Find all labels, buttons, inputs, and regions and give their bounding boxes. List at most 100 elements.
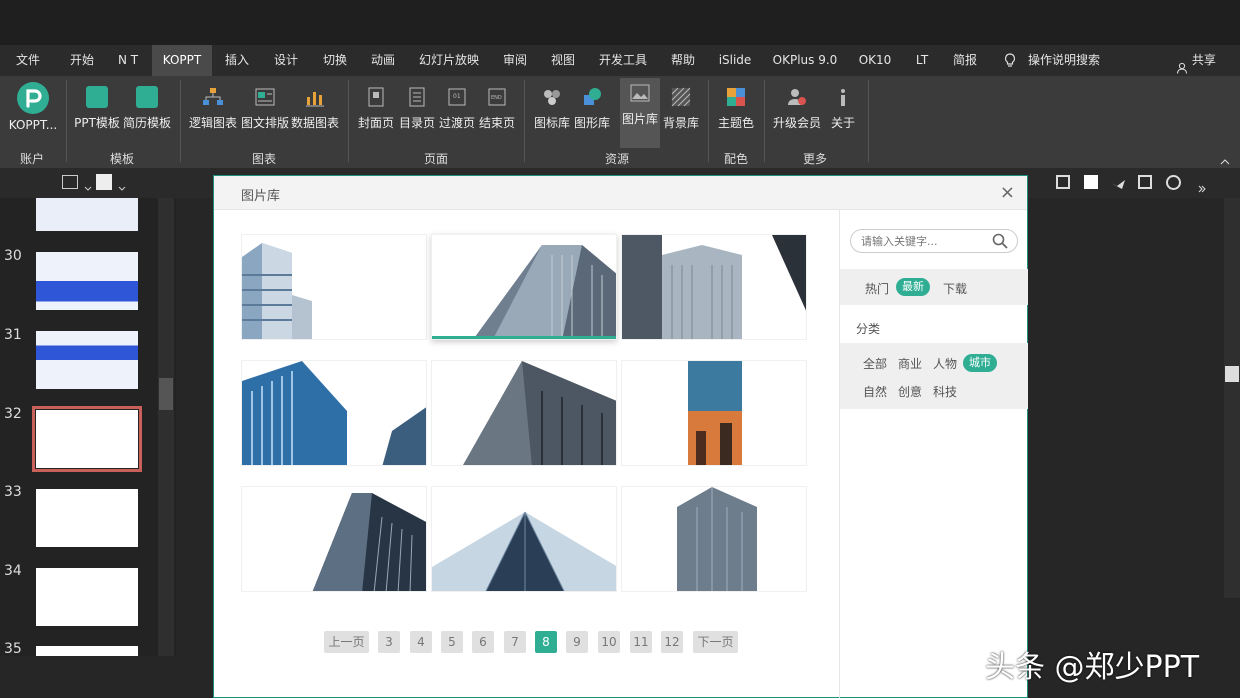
background-library-button[interactable]: 背景库 [660, 82, 702, 131]
page-button[interactable]: 12 [661, 631, 683, 653]
page-button[interactable]: 4 [410, 631, 432, 653]
tab-islide[interactable]: iSlide [712, 45, 758, 76]
slide-panel-scrollbar[interactable] [158, 198, 174, 656]
category-tech[interactable]: 科技 [933, 383, 957, 400]
circle-icon[interactable] [1166, 175, 1181, 190]
dialog-header: 图片库 × [214, 176, 1027, 210]
text-direction-icon[interactable] [96, 174, 112, 190]
tab-transitions[interactable]: 切换 [314, 45, 356, 76]
image-tile[interactable] [241, 234, 427, 340]
collapse-ribbon-icon[interactable] [1220, 154, 1230, 165]
layout-button[interactable]: 图文排版 [240, 82, 290, 131]
image-tile-selected[interactable] [431, 234, 617, 340]
search-icon[interactable] [992, 233, 1008, 249]
editor-scrollbar[interactable] [1224, 198, 1240, 598]
slide-thumbnail[interactable] [36, 198, 138, 231]
slide-thumbnail[interactable] [36, 489, 138, 547]
page-button[interactable]: 10 [598, 631, 620, 653]
background-library-label: 背景库 [662, 116, 699, 130]
tab-home[interactable]: 开始 [60, 45, 104, 76]
category-creative[interactable]: 创意 [898, 383, 922, 400]
theme-color-button[interactable]: 主题色 [714, 82, 758, 131]
end-page-button[interactable]: END 结束页 [478, 82, 516, 131]
tab-latest[interactable]: 最新 [896, 278, 930, 296]
scroll-thumb[interactable] [159, 378, 173, 410]
page-button[interactable]: 6 [472, 631, 494, 653]
more-arrow-icon[interactable] [1198, 178, 1206, 193]
category-people[interactable]: 人物 [933, 355, 957, 372]
crop-icon[interactable] [1056, 175, 1070, 189]
slide-thumbnail[interactable] [36, 646, 138, 656]
image-library-button[interactable]: 图片库 [620, 78, 660, 148]
category-nature[interactable]: 自然 [863, 383, 887, 400]
current-page-button[interactable]: 8 [535, 631, 557, 653]
text-style-icon[interactable] [62, 175, 78, 189]
tab-view[interactable]: 视图 [542, 45, 584, 76]
tab-koppt[interactable]: KOPPT [152, 45, 212, 76]
tab-animations[interactable]: 动画 [362, 45, 404, 76]
page-button[interactable]: 9 [566, 631, 588, 653]
tab-insert[interactable]: 插入 [216, 45, 258, 76]
image-tile[interactable] [241, 360, 427, 466]
prev-page-button[interactable]: 上一页 [324, 631, 369, 653]
tab-brief[interactable]: 简报 [944, 45, 986, 76]
page-button[interactable]: 5 [441, 631, 463, 653]
picture-icon[interactable] [1138, 175, 1152, 189]
tab-hot[interactable]: 热门 [865, 280, 889, 297]
share-button[interactable]: 共享 [1176, 45, 1216, 76]
shape-library-button[interactable]: 图形库 [572, 82, 612, 131]
tab-downloads[interactable]: 下载 [943, 280, 967, 297]
icon-library-button[interactable]: 图标库 [532, 82, 572, 131]
about-button[interactable]: 关于 [828, 82, 858, 131]
close-icon[interactable]: × [1000, 182, 1015, 203]
chevron-down-icon[interactable] [84, 178, 92, 191]
chevron-down-icon[interactable] [118, 178, 126, 191]
tell-me-search[interactable]: 操作说明搜索 [1024, 45, 1104, 76]
ppt-template-button[interactable]: PPT模板 [72, 82, 122, 131]
category-all[interactable]: 全部 [863, 355, 887, 372]
page-button[interactable]: 7 [504, 631, 526, 653]
theme-color-icon [725, 86, 747, 108]
page-button[interactable]: 3 [378, 631, 400, 653]
image-tile[interactable] [621, 234, 807, 340]
koppt-account-button[interactable]: KOPPT... [4, 82, 62, 132]
slide-thumbnail[interactable] [36, 331, 138, 389]
logic-chart-button[interactable]: 逻辑图表 [186, 82, 240, 131]
resume-template-button[interactable]: 简历模板 [122, 82, 172, 131]
slide-thumbnail[interactable] [36, 252, 138, 310]
tab-file[interactable]: 文件 [8, 45, 48, 76]
tab-help[interactable]: 帮助 [662, 45, 704, 76]
image-tile[interactable] [431, 486, 617, 592]
upgrade-member-button[interactable]: 升级会员 [770, 82, 824, 131]
divider [708, 80, 709, 162]
data-chart-button[interactable]: 数据图表 [290, 82, 340, 131]
cover-page-button[interactable]: 封面页 [356, 82, 396, 131]
scroll-thumb[interactable] [1225, 366, 1239, 382]
next-page-button[interactable]: 下一页 [693, 631, 738, 653]
tab-developer[interactable]: 开发工具 [590, 45, 656, 76]
slide-thumbnail-selected[interactable] [32, 406, 142, 472]
tab-okplus[interactable]: OKPlus 9.0 [766, 45, 844, 76]
tab-ok10[interactable]: OK10 [852, 45, 898, 76]
search-input[interactable] [861, 233, 991, 249]
transition-page-button[interactable]: 01 过渡页 [438, 82, 476, 131]
tab-nt[interactable]: N T [108, 45, 148, 76]
image-tile[interactable] [621, 486, 807, 592]
search-box [850, 229, 1018, 253]
tab-design[interactable]: 设计 [264, 45, 308, 76]
image-tile[interactable] [241, 486, 427, 592]
ribbon: KOPPT... 账户 PPT模板 简历模板 模板 逻辑图表 图文排版 数据图表… [0, 76, 1240, 168]
page-button[interactable]: 11 [630, 631, 652, 653]
tab-slideshow[interactable]: 幻灯片放映 [412, 45, 486, 76]
bar-chart-icon [304, 86, 326, 108]
category-city[interactable]: 城市 [963, 354, 997, 372]
toc-page-button[interactable]: 目录页 [398, 82, 436, 131]
tab-lt[interactable]: LT [906, 45, 938, 76]
tab-review[interactable]: 审阅 [494, 45, 536, 76]
category-business[interactable]: 商业 [898, 355, 922, 372]
image-tile[interactable] [431, 360, 617, 466]
image-tile[interactable] [621, 360, 807, 466]
slide-thumbnail[interactable] [36, 568, 138, 626]
bird-icon[interactable] [1110, 176, 1126, 189]
white-square-icon[interactable] [1084, 175, 1098, 189]
